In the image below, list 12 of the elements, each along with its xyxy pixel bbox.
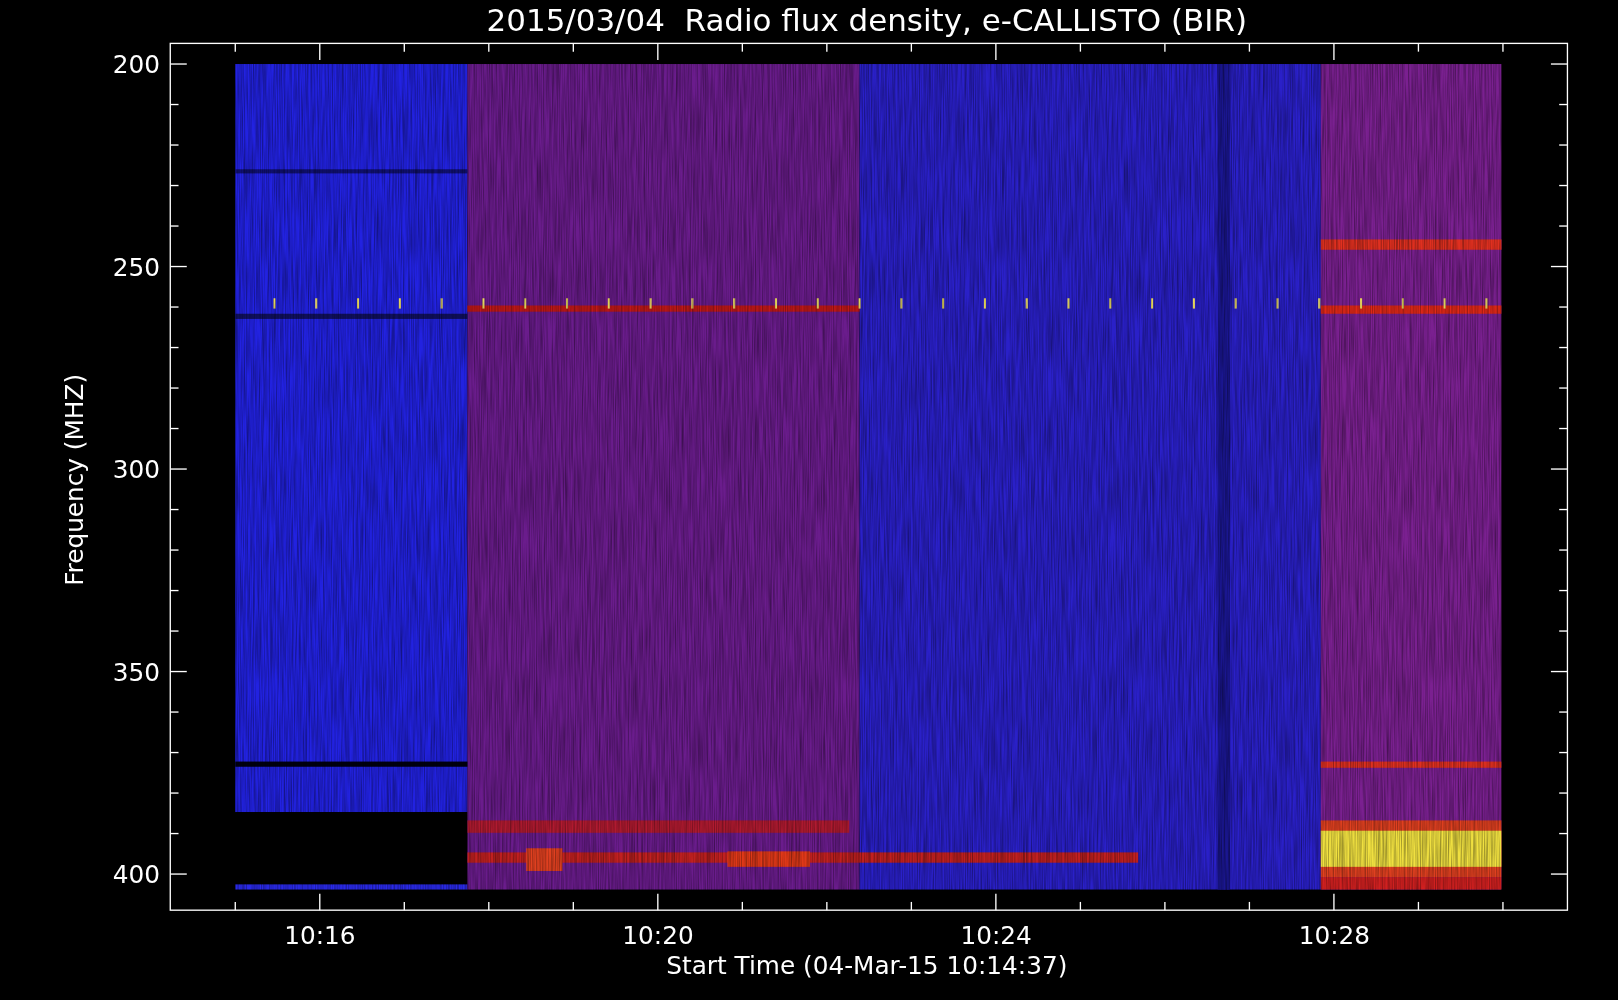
x-tick-label: 10:24 bbox=[960, 921, 1032, 951]
x-tick-label: 10:20 bbox=[622, 921, 694, 951]
x-axis-label: Start Time (04-Mar-15 10:14:37) bbox=[666, 951, 1068, 981]
y-axis-label: Frequency (MHZ) bbox=[59, 373, 89, 586]
chart-title: 2015/03/04 Radio flux density, e-CALLISTO (BIR) bbox=[486, 2, 1247, 38]
y-tick-label: 400 bbox=[112, 860, 160, 890]
y-tick-label: 200 bbox=[112, 50, 160, 80]
x-tick-label: 10:16 bbox=[284, 921, 356, 951]
x-tick-label: 10:28 bbox=[1298, 921, 1370, 951]
y-tick-label: 300 bbox=[112, 455, 160, 485]
y-tick-label: 250 bbox=[112, 252, 160, 282]
y-tick-label: 350 bbox=[112, 657, 160, 687]
